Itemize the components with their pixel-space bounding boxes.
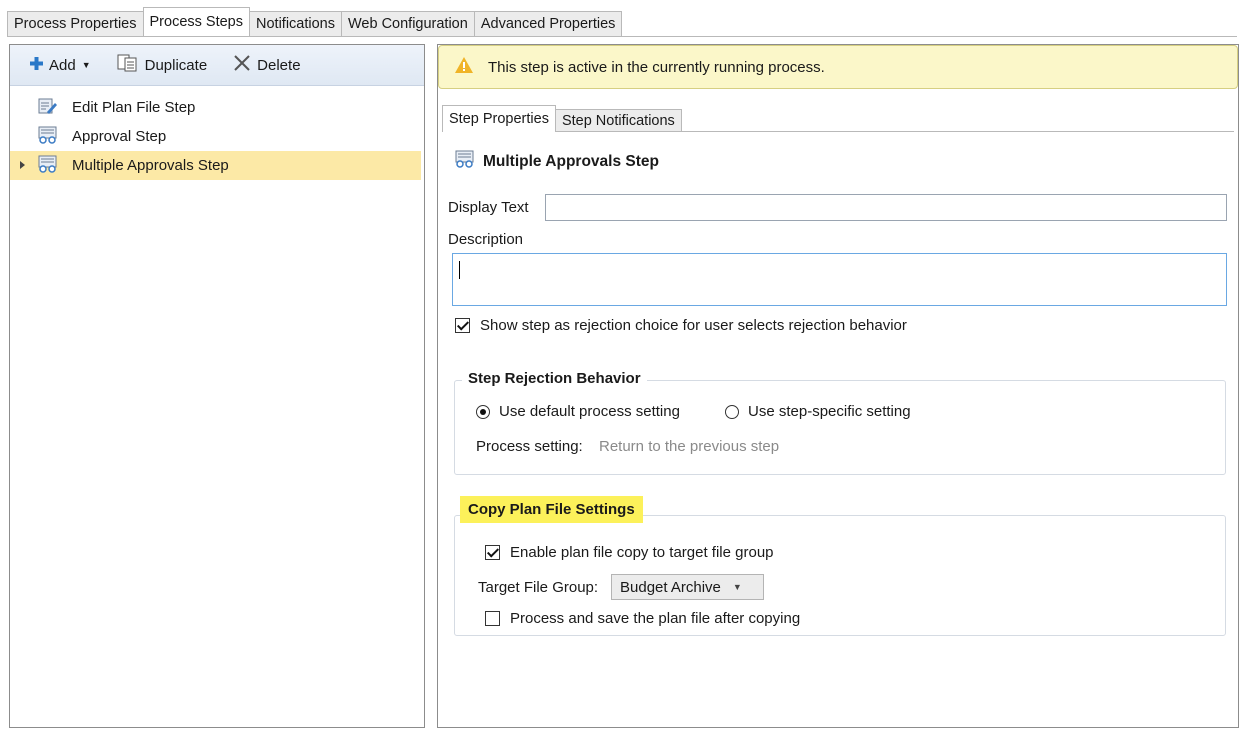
tab-notifications[interactable]: Notifications <box>249 11 342 36</box>
tab-advanced-properties[interactable]: Advanced Properties <box>473 11 623 36</box>
close-icon <box>233 54 257 76</box>
description-label: Description <box>448 231 524 248</box>
target-file-group-value: Budget Archive <box>620 578 721 596</box>
step-specific-label: Use step-specific setting <box>748 403 911 420</box>
rejection-behavior-title: Step Rejection Behavior <box>462 370 647 387</box>
tab-step-notifications[interactable]: Step Notifications <box>554 109 682 132</box>
top-tab-bar: Process Properties Process Steps Notific… <box>7 7 623 36</box>
tree-item-multiple-approvals-step[interactable]: Multiple Approvals Step <box>10 151 421 180</box>
tab-process-properties[interactable]: Process Properties <box>7 11 144 36</box>
add-button[interactable]: Add ▼ <box>30 56 91 74</box>
step-specific-radio[interactable] <box>725 405 739 419</box>
steps-tree: Edit Plan File Step Approval Step Multip… <box>10 93 424 180</box>
process-setting-label: Process setting: <box>476 438 583 455</box>
text-cursor <box>459 261 460 279</box>
target-file-group-select[interactable]: Budget Archive ▼ <box>611 574 764 600</box>
target-file-group-label: Target File Group: <box>478 579 599 596</box>
delete-button[interactable]: Delete <box>233 54 301 76</box>
tree-item-approval-step[interactable]: Approval Step <box>10 122 424 151</box>
tree-item-label: Multiple Approvals Step <box>72 157 229 174</box>
tab-step-properties[interactable]: Step Properties <box>442 105 556 132</box>
copy-plan-file-title: Copy Plan File Settings <box>460 496 643 523</box>
approval-step-icon <box>38 155 72 177</box>
description-field[interactable] <box>452 253 1227 306</box>
add-label: Add <box>49 56 76 74</box>
chevron-down-icon: ▼ <box>81 60 91 70</box>
chevron-down-icon: ▼ <box>732 582 742 592</box>
enable-copy-checkbox[interactable] <box>485 545 500 560</box>
default-setting-label: Use default process setting <box>499 403 680 420</box>
tree-item-label: Approval Step <box>72 128 167 145</box>
tree-item-label: Edit Plan File Step <box>72 99 196 116</box>
tab-web-configuration[interactable]: Web Configuration <box>340 11 475 36</box>
approval-step-icon <box>38 126 72 148</box>
process-setting-value: Return to the previous step <box>599 438 780 455</box>
duplicate-label: Duplicate <box>144 56 208 74</box>
default-setting-radio[interactable] <box>476 405 490 419</box>
tree-item-edit-plan-file-step[interactable]: Edit Plan File Step <box>10 93 424 122</box>
warning-icon <box>455 57 488 77</box>
show-rejection-choice-label: Show step as rejection choice for user s… <box>480 317 907 334</box>
plus-icon <box>30 56 49 74</box>
step-tab-bar: Step Properties Step Notifications <box>442 105 682 132</box>
process-save-checkbox[interactable] <box>485 611 500 626</box>
tab-process-steps[interactable]: Process Steps <box>142 7 250 36</box>
delete-label: Delete <box>257 56 301 74</box>
rejection-behavior-group <box>454 380 1226 475</box>
duplicate-icon <box>117 54 145 76</box>
edit-step-icon <box>38 97 72 119</box>
show-rejection-choice-checkbox[interactable] <box>455 318 470 333</box>
warning-banner: This step is active in the currently run… <box>438 45 1238 89</box>
steps-toolbar: Add ▼ Duplicate Delete <box>10 45 424 86</box>
duplicate-button[interactable]: Duplicate <box>117 54 208 76</box>
expand-arrow-icon[interactable] <box>20 161 25 169</box>
steps-pane: Add ▼ Duplicate Delete Edit Plan File St… <box>9 44 425 728</box>
step-title: Multiple Approvals Step <box>483 152 659 170</box>
approval-step-icon <box>455 150 483 173</box>
tab-divider <box>442 131 1234 132</box>
display-text-label: Display Text <box>448 199 529 216</box>
step-details-pane: This step is active in the currently run… <box>437 44 1239 728</box>
display-text-field[interactable] <box>545 194 1227 221</box>
enable-copy-label: Enable plan file copy to target file gro… <box>510 544 774 561</box>
step-heading: Multiple Approvals Step <box>455 150 659 173</box>
process-save-label: Process and save the plan file after cop… <box>510 610 801 627</box>
warning-text: This step is active in the currently run… <box>488 58 825 76</box>
